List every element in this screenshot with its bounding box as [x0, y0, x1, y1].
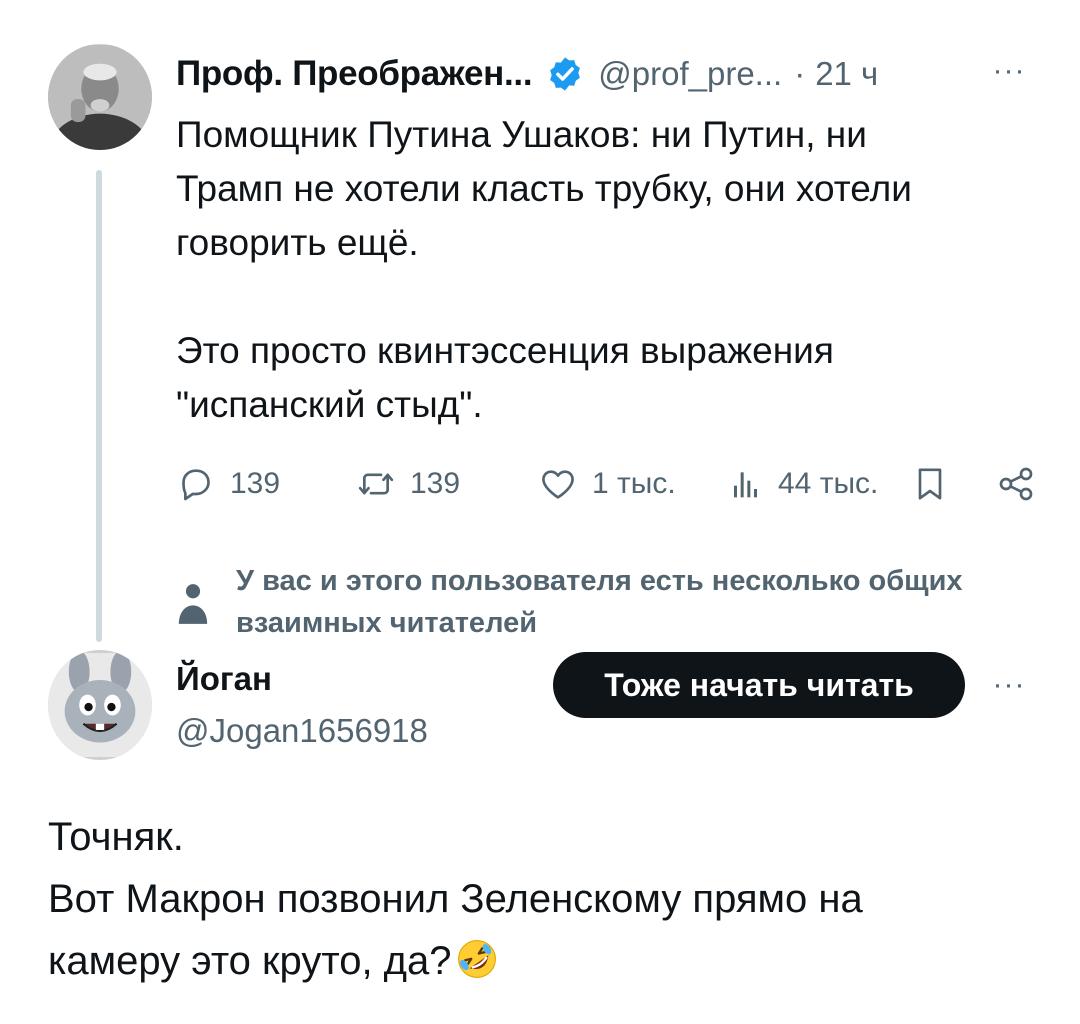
reply-author-handle[interactable]: @Jogan1656918 — [176, 712, 428, 750]
reply-text: Точняк. Вот Макрон позвонил Зеленскому п… — [48, 806, 1048, 992]
reply-text-line: Вот Макрон позвонил Зеленскому прямо на — [48, 877, 863, 921]
separator-dot: · — [794, 55, 806, 92]
social-context-line: взаимных читателей — [236, 607, 538, 639]
portrait-avatar-icon — [48, 45, 152, 150]
follow-back-button[interactable]: Тоже начать читать — [553, 652, 965, 718]
repost-count: 139 — [410, 467, 461, 500]
cartoon-rabbit-avatar-icon — [48, 650, 152, 757]
like-count: 1 тыс. — [592, 467, 676, 500]
tweet-text-line: "испанский стыд". — [176, 384, 483, 425]
tweet-actions-bar: 139 139 1 тыс. 44 тыс. — [176, 456, 1046, 512]
person-icon — [178, 584, 208, 624]
social-context-line: У вас и этого пользователя есть нескольк… — [236, 565, 963, 597]
tweet-more-button[interactable]: ··· — [986, 56, 1032, 86]
reply-text-line-last: камеру это круто, да? — [48, 930, 1048, 992]
social-context-text: У вас и этого пользователя есть нескольк… — [236, 560, 1056, 644]
tweet-text-line: Помощник Путина Ушаков: ни Путин, ни — [176, 114, 867, 155]
tweet-header: Проф. Преображен... @prof_pre... · 21 ч — [176, 50, 878, 98]
repost-icon — [358, 473, 394, 495]
views-count: 44 тыс. — [778, 467, 879, 500]
rolling-on-floor-laughing-emoji-icon — [454, 936, 500, 982]
reply-text-line: камеру это круто, да? — [48, 939, 452, 983]
like-action[interactable]: 1 тыс. — [538, 456, 676, 512]
thread-connector-line — [96, 170, 102, 642]
tweet-text: Помощник Путина Ушаков: ни Путин, ни Тра… — [176, 108, 1036, 432]
reply-more-button[interactable]: ··· — [986, 670, 1032, 700]
social-context: У вас и этого пользователя есть нескольк… — [176, 560, 1056, 640]
heart-icon — [542, 470, 574, 499]
views-action[interactable]: 44 тыс. — [724, 456, 878, 512]
bookmark-icon — [918, 468, 942, 500]
share-nodes-icon — [999, 467, 1033, 501]
reply-author-avatar[interactable] — [48, 650, 152, 760]
author-handle[interactable]: @prof_pre... — [598, 55, 782, 93]
reply-bubble-icon — [182, 469, 210, 501]
reply-text-line: Точняк. — [48, 815, 184, 859]
tweet-text-line: Это просто квинтэссенция выражения — [176, 330, 834, 371]
repost-action[interactable]: 139 — [356, 456, 460, 512]
reply-author-display-name[interactable]: Йоган — [176, 660, 272, 698]
author-avatar[interactable] — [48, 44, 152, 150]
tweet-timestamp[interactable]: 21 ч — [815, 55, 878, 93]
tweet-text-line: говорить ещё. — [176, 222, 419, 263]
reply-count: 139 — [230, 467, 281, 500]
analytics-bars-icon — [734, 472, 757, 498]
verified-badge-icon — [546, 55, 584, 93]
author-display-name[interactable]: Проф. Преображен... — [176, 54, 533, 94]
reply-action[interactable]: 139 — [176, 456, 280, 512]
tweet-text-line: Трамп не хотели класть трубку, они хотел… — [176, 168, 912, 209]
bookmark-action[interactable] — [910, 456, 950, 512]
share-action[interactable] — [996, 456, 1036, 512]
